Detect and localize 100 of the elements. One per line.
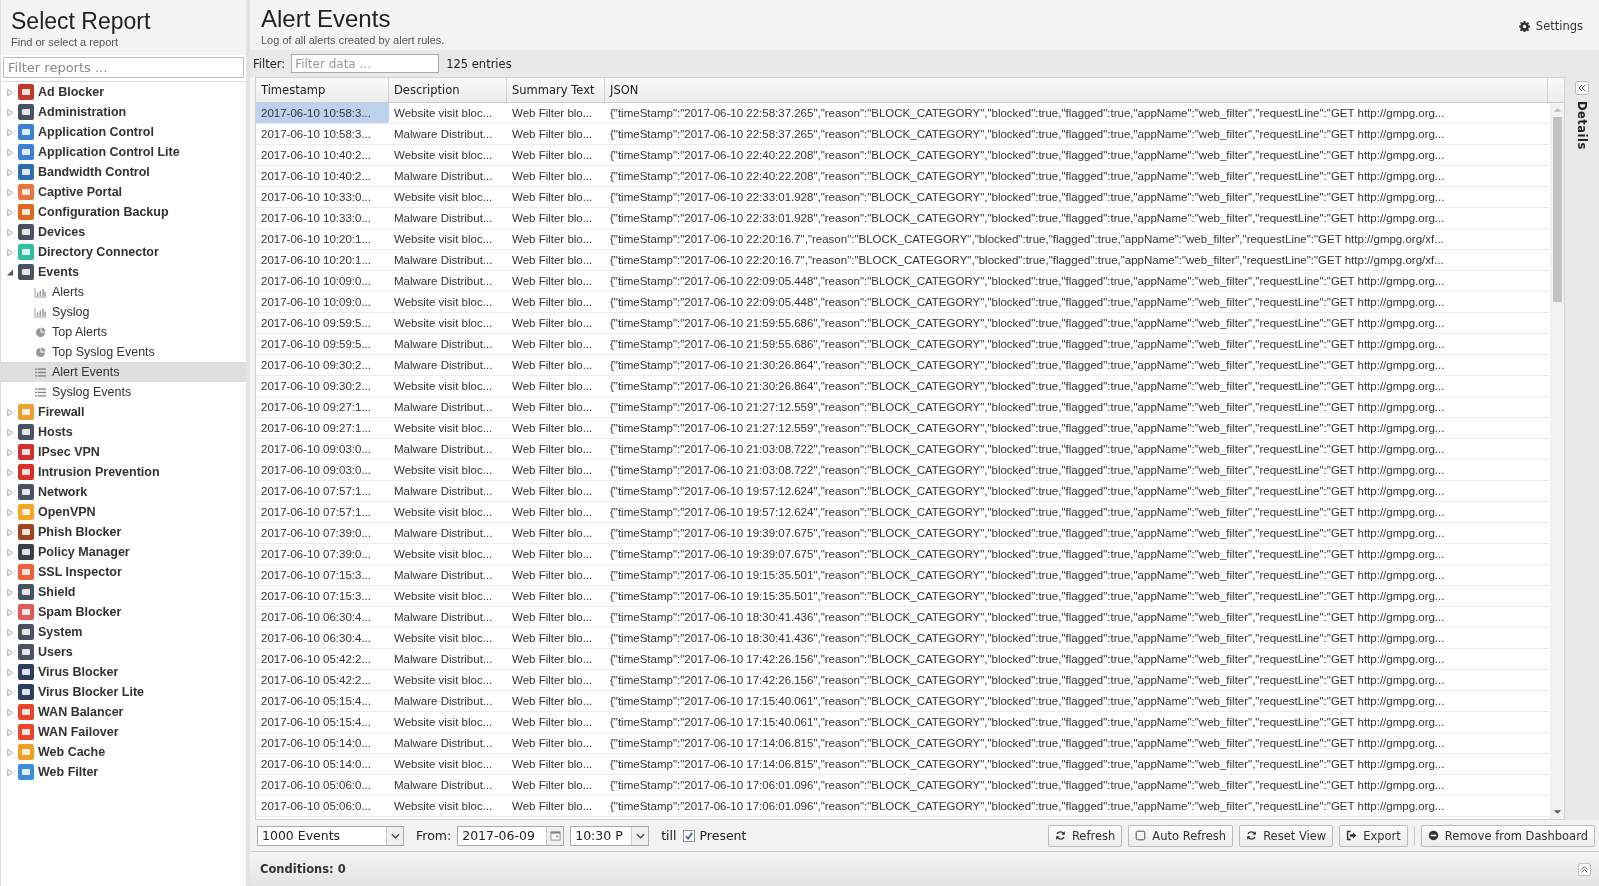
tree-item[interactable]: Users [1, 642, 246, 662]
table-cell-text: 2017-06-10 05:15:4... [260, 694, 372, 709]
table-cell-text: 2017-06-10 05:42:2... [260, 673, 372, 688]
tree-item[interactable]: Firewall [1, 402, 246, 422]
table-cell-text: 2017-06-10 10:09:0... [260, 274, 372, 289]
tree-item[interactable]: Syslog Events [1, 382, 246, 402]
toolbar-button[interactable]: Reset View [1239, 824, 1334, 847]
tree-item[interactable]: WAN Failover [1, 722, 246, 742]
table-cell-text: Website visit bloc... [393, 757, 494, 772]
conditions-label: Conditions: 0 [260, 862, 346, 876]
table-cell-text: 2017-06-10 07:57:1... [260, 505, 372, 520]
table-cell-text: {"timeStamp":"2017-06-10 22:40:22.208","reason":"BLOCK_CATEGORY","blocked":true,"flagged":true,"appName":"web_filter","requestLine":"GET http://gmpg.org... [609, 169, 1446, 184]
column-header[interactable]: Description [389, 78, 507, 102]
tree-item[interactable]: Web Cache [1, 742, 246, 762]
column-header[interactable]: Summary Text [507, 78, 605, 102]
tree-item[interactable]: SSL Inspector [1, 562, 246, 582]
table-cell-text: Malware Distribut... [393, 736, 494, 751]
calendar-icon [549, 830, 561, 841]
table-cell-text: 2017-06-10 10:09:0... [260, 295, 372, 310]
tree-item[interactable]: Alert Events [1, 362, 246, 382]
expand-arrow-icon[interactable] [6, 267, 14, 277]
table-cell-text: {"timeStamp":"2017-06-10 19:15:35.501","reason":"BLOCK_CATEGORY","blocked":true,"flagged":true,"appName":"web_filter","requestLine":"GET http://gmpg.org... [609, 589, 1446, 604]
settings-icon [1518, 20, 1530, 32]
table-cell-text: Malware Distribut... [393, 526, 494, 541]
tree-item[interactable]: Top Alerts [1, 322, 246, 342]
table-cell-text: Website visit bloc... [393, 190, 494, 205]
list-icon [34, 386, 47, 398]
table-cell-text: Malware Distribut... [393, 442, 494, 457]
table-cell-text: 2017-06-10 10:20:1... [260, 232, 372, 247]
table-cell-text: {"timeStamp":"2017-06-10 21:03:08.722","reason":"BLOCK_CATEGORY","blocked":true,"flagged":true,"appName":"web_filter","requestLine":"GET http://gmpg.org... [609, 442, 1446, 457]
tree-item[interactable]: Policy Manager [1, 542, 246, 562]
table-cell-text: Website visit bloc... [393, 547, 494, 562]
column-header[interactable]: JSON [605, 78, 1548, 102]
table-cell-text: 2017-06-10 05:06:0... [260, 799, 372, 814]
tree-item[interactable]: Ad Blocker [1, 82, 246, 102]
table-cell-text: 2017-06-10 07:15:3... [260, 589, 372, 604]
present-checkbox[interactable] [682, 829, 695, 842]
table-cell-text: Website visit bloc... [393, 715, 494, 730]
tree-item[interactable]: OpenVPN [1, 502, 246, 522]
table-cell-text: {"timeStamp":"2017-06-10 17:06:01.096","reason":"BLOCK_CATEGORY","blocked":true,"flagged":true,"appName":"web_filter","requestLine":"GET http://gmpg.org... [609, 778, 1446, 793]
tree-item[interactable]: Configuration Backup [1, 202, 246, 222]
tree-item[interactable]: Devices [1, 222, 246, 242]
bar-chart-icon [34, 286, 47, 298]
event-limit-dropdown[interactable]: 1000 Events [257, 825, 404, 846]
tree-item[interactable]: Events [1, 262, 246, 282]
expand-icon[interactable] [1578, 862, 1591, 876]
tree-item[interactable]: Virus Blocker Lite [1, 682, 246, 702]
tree-item[interactable]: Bandwidth Control [1, 162, 246, 182]
checkbox-icon [1135, 830, 1147, 841]
table-cell-text: {"timeStamp":"2017-06-10 21:30:26.864","reason":"BLOCK_CATEGORY","blocked":true,"flagged":true,"appName":"web_filter","requestLine":"GET http://gmpg.org... [609, 358, 1446, 373]
table-cell-text: Web Filter blo... [511, 442, 594, 457]
tree-item[interactable]: Top Syslog Events [1, 342, 246, 362]
tree-item[interactable]: Spam Blocker [1, 602, 246, 622]
settings-button[interactable]: Settings [1514, 17, 1587, 35]
tree-item[interactable]: Intrusion Prevention [1, 462, 246, 482]
toolbar-button[interactable]: Remove from Dashboard [1420, 824, 1595, 847]
tree-item[interactable]: Phish Blocker [1, 522, 246, 542]
table-cell-text: Web Filter blo... [511, 421, 594, 436]
tree-item[interactable]: Application Control [1, 122, 246, 142]
table-cell-text: Web Filter blo... [511, 169, 594, 184]
tree-item[interactable]: Network [1, 482, 246, 502]
table-cell-text: Malware Distribut... [393, 358, 494, 373]
scroll-up-icon[interactable] [1552, 107, 1562, 113]
column-header[interactable]: Timestamp [256, 78, 389, 102]
toolbar-button[interactable]: Refresh [1047, 824, 1123, 847]
pie-chart-icon [34, 346, 47, 358]
scrollbar-thumb[interactable] [1552, 117, 1562, 302]
tree-item[interactable]: Alerts [1, 282, 246, 302]
tree-item[interactable]: Hosts [1, 422, 246, 442]
tree-item[interactable]: Web Filter [1, 762, 246, 782]
tree-item[interactable]: Directory Connector [1, 242, 246, 262]
tree-item[interactable]: System [1, 622, 246, 642]
filter-field[interactable]: Filter reports ... [3, 57, 244, 78]
tree-item[interactable]: Shield [1, 582, 246, 602]
table-cell-text: 2017-06-10 10:33:0... [260, 211, 372, 226]
toolbar-button[interactable]: Export [1339, 824, 1408, 847]
tree-item[interactable]: Syslog [1, 302, 246, 322]
tree-item[interactable]: Application Control Lite [1, 142, 246, 162]
time-dropdown[interactable]: 10:30 P [570, 825, 650, 846]
table-cell-text: 2017-06-10 10:58:3... [260, 127, 372, 142]
table-cell-text: 2017-06-10 05:15:4... [260, 715, 372, 730]
tree-item[interactable]: Virus Blocker [1, 662, 246, 682]
tree-item[interactable]: WAN Balancer [1, 702, 246, 722]
panel-subtitle: Find or select a report [11, 35, 119, 49]
tree-item[interactable]: Captive Portal [1, 182, 246, 202]
panel-tab[interactable]: Details [1575, 101, 1589, 150]
date-field[interactable]: 2017-06-09 [457, 825, 565, 846]
table-cell-text: Malware Distribut... [393, 484, 494, 499]
tree-item[interactable]: Administration [1, 102, 246, 122]
toolbar-button[interactable]: Auto Refresh [1128, 824, 1234, 847]
table-cell-text: {"timeStamp":"2017-06-10 22:33:01.928","reason":"BLOCK_CATEGORY","blocked":true,"flagged":true,"appName":"web_filter","requestLine":"GET http://gmpg.org... [609, 190, 1446, 205]
scroll-down-icon[interactable] [1552, 809, 1562, 815]
table-cell-text: Web Filter blo... [511, 295, 594, 310]
tree-item[interactable]: IPsec VPN [1, 442, 246, 462]
table-cell-text: Malware Distribut... [393, 169, 494, 184]
table-cell-text: {"timeStamp":"2017-06-10 17:14:06.815","reason":"BLOCK_CATEGORY","blocked":true,"flagged":true,"appName":"web_filter","requestLine":"GET http://gmpg.org... [609, 757, 1446, 772]
table-cell-text: Malware Distribut... [393, 337, 494, 352]
filter-field[interactable]: Filter data ... [291, 54, 440, 73]
collapse-icon[interactable] [1575, 81, 1589, 95]
table-cell-text: Web Filter blo... [511, 589, 594, 604]
